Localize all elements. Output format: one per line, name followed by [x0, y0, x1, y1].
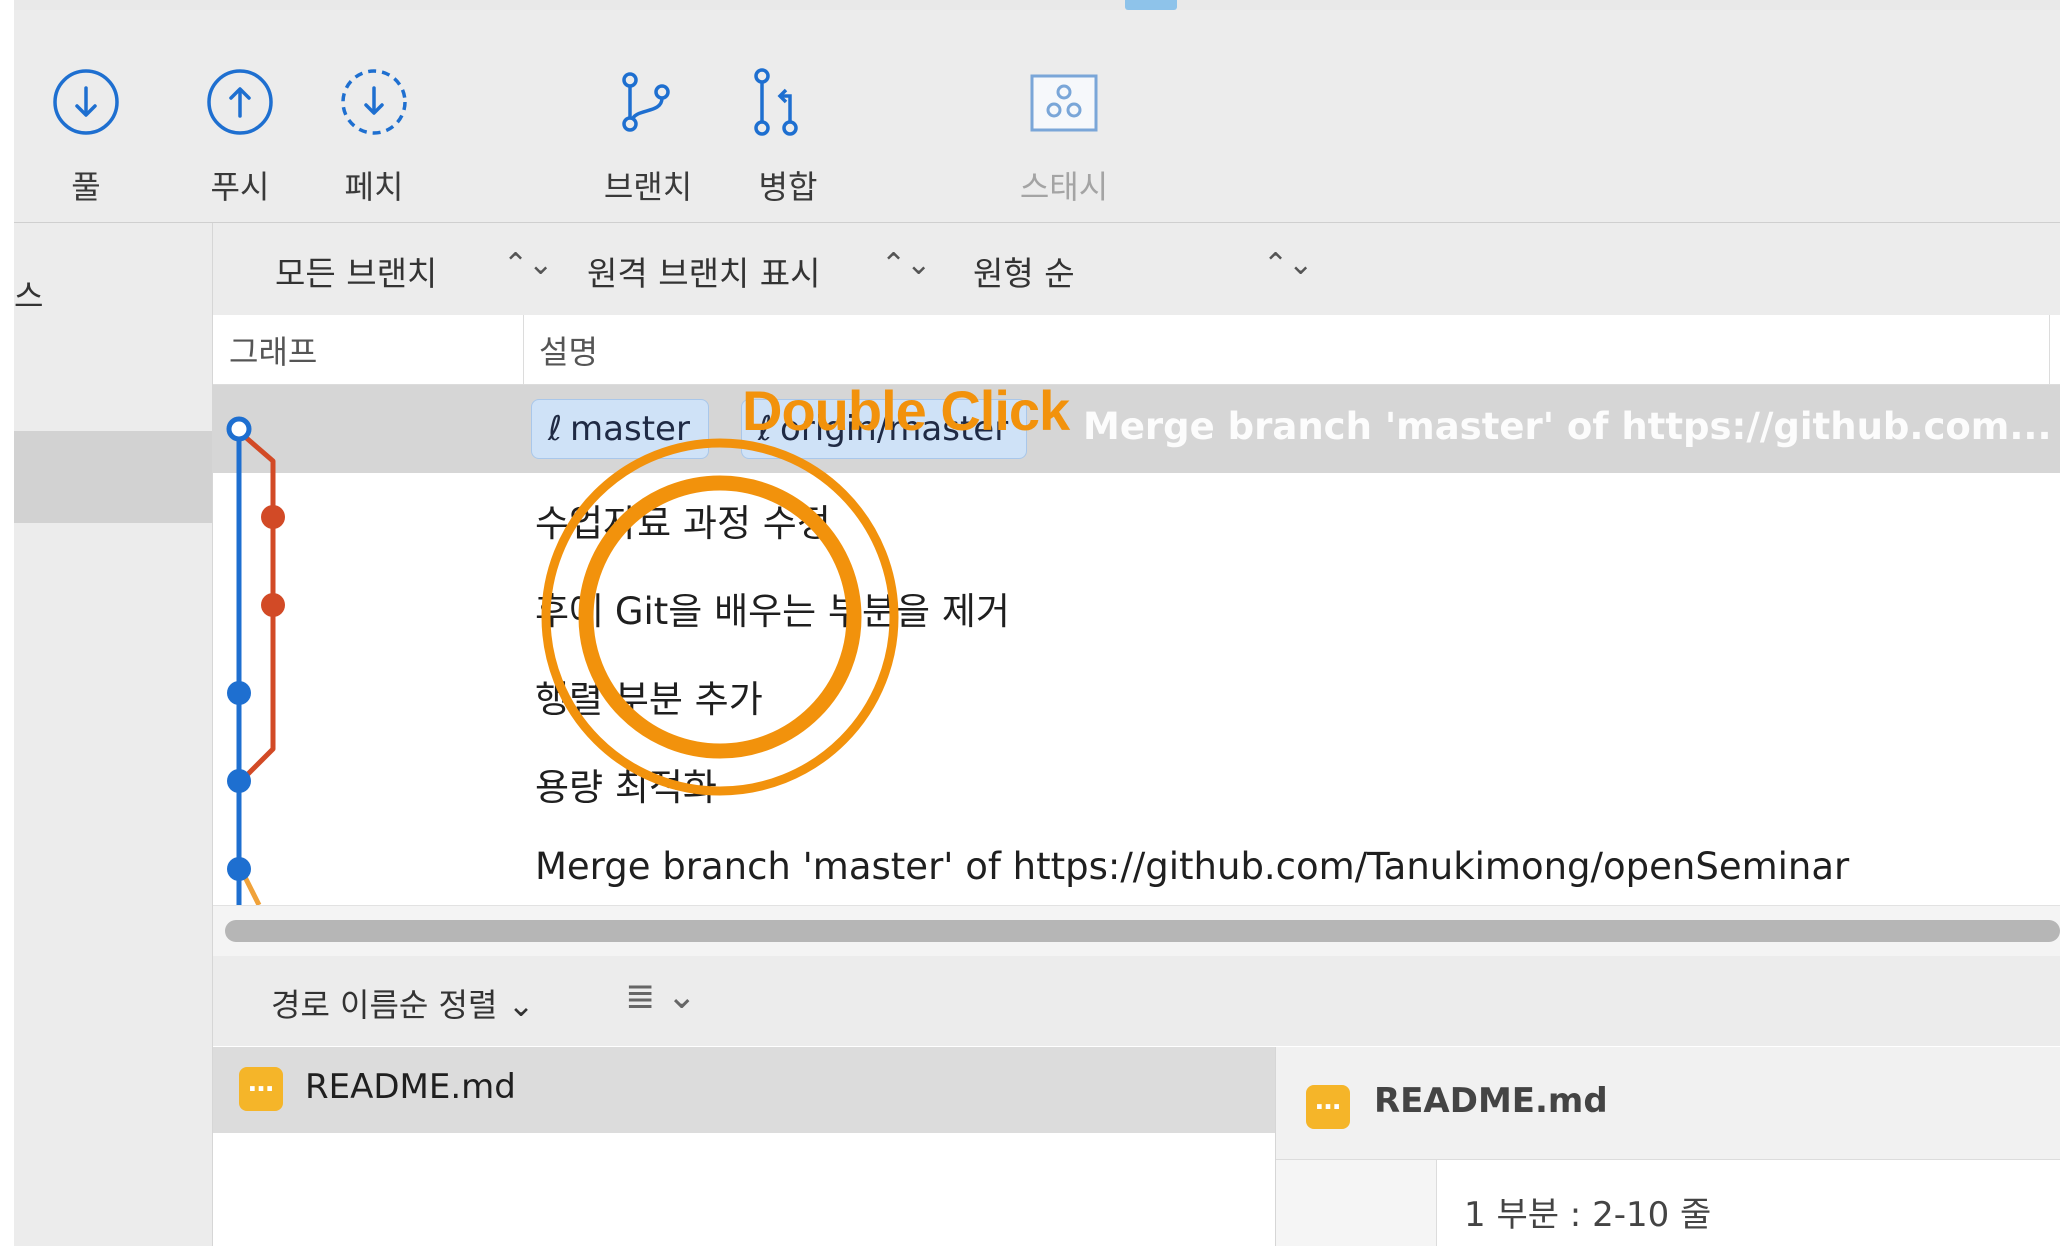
- commit-list-header: 그래프 설명: [213, 315, 2060, 385]
- remote-filter-select[interactable]: 원격 브랜치 표시: [587, 247, 821, 295]
- merge-icon: [754, 68, 798, 136]
- fetch-button[interactable]: 페치: [304, 10, 444, 222]
- sourcetree-window: 풀 푸시 페치 브랜치 병합 스태시 스 모든 브랜치 ⌃⌄ 원격 브랜치 표시…: [0, 0, 2060, 1246]
- branch-label: 브랜치: [603, 168, 693, 206]
- graph-column-header[interactable]: 그래프: [229, 327, 317, 373]
- dashed-arrow-down-circle-icon: [341, 69, 407, 135]
- merge-button[interactable]: 병합: [724, 10, 854, 222]
- commit-message: 후에 Git을 배우는 부분을 제거: [535, 590, 1010, 633]
- order-filter-select[interactable]: 원형 순: [973, 247, 1075, 295]
- fetch-label: 페치: [344, 168, 404, 206]
- sidebar-item-selected[interactable]: [14, 431, 212, 523]
- commit-node[interactable]: [227, 681, 251, 705]
- toolbar: 풀 푸시 페치 브랜치 병합 스태시: [14, 10, 2060, 223]
- filter-bar: 모든 브랜치 ⌃⌄ 원격 브랜치 표시 ⌃⌄ 원형 순 ⌃⌄: [213, 223, 2060, 315]
- diff-line-gutter: [1276, 1160, 1437, 1246]
- branch-button[interactable]: 브랜치: [574, 10, 724, 222]
- modified-file-icon: …: [239, 1067, 283, 1111]
- diff-pane: … README.md 1 부분 : 2-10 줄: [1276, 1047, 2060, 1246]
- push-button[interactable]: 푸시: [164, 10, 304, 222]
- changed-files-pane: … README.md: [213, 1047, 1276, 1246]
- merge-label: 병합: [758, 168, 818, 206]
- branch-filter-select[interactable]: 모든 브랜치: [275, 247, 437, 295]
- double-click-label: Double Click: [742, 379, 1070, 442]
- stash-label: 스태시: [1019, 168, 1109, 206]
- list-view-dropdown[interactable]: ≣ ⌄: [625, 976, 697, 1017]
- pull-button[interactable]: 풀: [14, 10, 164, 222]
- branch-icon: ℓ: [548, 409, 563, 449]
- diff-file-name: README.md: [1374, 1081, 1608, 1121]
- commit-message: 행렬 부분 추가: [535, 678, 763, 721]
- diff-file-header: … README.md: [1276, 1047, 2060, 1160]
- commit-node[interactable]: [227, 769, 251, 793]
- sidebar-workspace-label: 스: [14, 277, 44, 315]
- description-column-header[interactable]: 설명: [539, 327, 598, 373]
- arrow-down-circle-icon: [53, 69, 119, 135]
- title-bar: [14, 0, 2060, 10]
- branch-filter-caret-icon[interactable]: ⌃⌄: [503, 247, 553, 282]
- branch-icon: [622, 72, 670, 132]
- commit-node[interactable]: [261, 505, 285, 529]
- file-list-toolbar: 경로 이름순 정렬 ⌄ ≣ ⌄: [213, 956, 2060, 1046]
- commit-graph: [226, 416, 285, 905]
- arrow-up-circle-icon: [207, 69, 273, 135]
- horizontal-scrollbar[interactable]: [213, 905, 2060, 957]
- repo-folder-icon: [1125, 0, 1177, 10]
- modified-file-icon: …: [1306, 1085, 1350, 1129]
- sidebar: 스: [14, 223, 213, 1246]
- sort-by-path-dropdown[interactable]: 경로 이름순 정렬 ⌄: [271, 980, 534, 1026]
- order-filter-caret-icon[interactable]: ⌃⌄: [1263, 247, 1313, 282]
- commit-message: 수업자료 과정 수정: [535, 502, 831, 545]
- commit-list: ℓ master ℓ origin/master Merge branch 'mas…: [213, 385, 2060, 905]
- pull-label: 풀: [71, 168, 101, 206]
- column-divider[interactable]: [523, 315, 524, 384]
- branch-tag-master[interactable]: ℓ master: [531, 399, 709, 459]
- branch-tag-label: master: [570, 409, 690, 449]
- commit-message: 용량 최적화: [535, 766, 717, 809]
- remote-filter-caret-icon[interactable]: ⌃⌄: [881, 247, 931, 282]
- scrollbar-thumb[interactable]: [225, 920, 2060, 942]
- column-divider[interactable]: [2049, 315, 2050, 384]
- commit-node[interactable]: [226, 416, 252, 442]
- push-label: 푸시: [210, 168, 270, 206]
- stash-icon: [1030, 74, 1098, 132]
- stash-button[interactable]: 스태시: [984, 10, 1144, 222]
- file-name: README.md: [305, 1067, 516, 1107]
- commit-message: Merge branch 'master' of https://github.…: [535, 845, 1850, 888]
- file-row[interactable]: … README.md: [213, 1047, 1275, 1133]
- commit-message: Merge branch 'master' of https://github.…: [1083, 405, 2052, 448]
- commit-node[interactable]: [227, 857, 251, 881]
- commit-node[interactable]: [261, 593, 285, 617]
- diff-hunk-header: 1 부분 : 2-10 줄: [1464, 1195, 1712, 1235]
